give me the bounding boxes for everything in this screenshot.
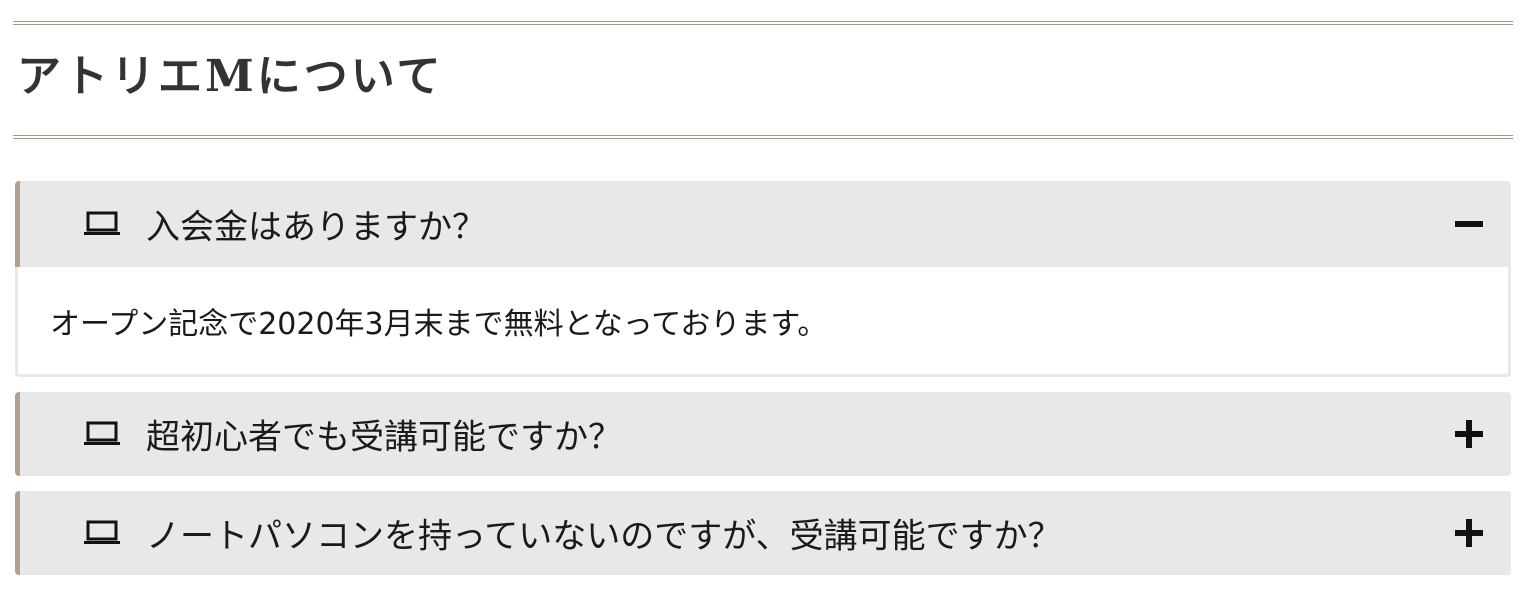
faq-answer: オープン記念で2020年3月末まで無料となっております。 (15, 267, 1511, 377)
faq-answer-text: オープン記念で2020年3月末まで無料となっております。 (50, 306, 828, 342)
laptop-icon (84, 421, 120, 445)
faq-question-text: ノートパソコンを持っていないのですが、受講可能ですか？ (146, 516, 1062, 557)
laptop-icon (84, 211, 120, 235)
faq-question-toggle[interactable]: 超初心者でも受講可能ですか？ (15, 392, 1511, 476)
plus-icon[interactable] (1454, 419, 1484, 449)
faq-list: 入会金はありますか？ オープン記念で2020年3月末まで無料となっております。 … (15, 181, 1511, 590)
faq-item: 超初心者でも受講可能ですか？ (15, 392, 1511, 476)
faq-question-toggle[interactable]: ノートパソコンを持っていないのですが、受講可能ですか？ (15, 491, 1511, 575)
faq-question-toggle[interactable]: 入会金はありますか？ (15, 181, 1511, 267)
faq-question-text: 超初心者でも受講可能ですか？ (146, 417, 622, 458)
faq-question-text: 入会金はありますか？ (146, 207, 486, 248)
plus-icon[interactable] (1454, 518, 1484, 548)
faq-item: 入会金はありますか？ オープン記念で2020年3月末まで無料となっております。 (15, 181, 1511, 377)
page-title: アトリエMについて (17, 51, 444, 102)
faq-item: ノートパソコンを持っていないのですが、受講可能ですか？ (15, 491, 1511, 575)
laptop-icon (84, 520, 120, 544)
section-heading: アトリエMについて (13, 21, 1513, 139)
minus-icon[interactable] (1454, 209, 1484, 239)
